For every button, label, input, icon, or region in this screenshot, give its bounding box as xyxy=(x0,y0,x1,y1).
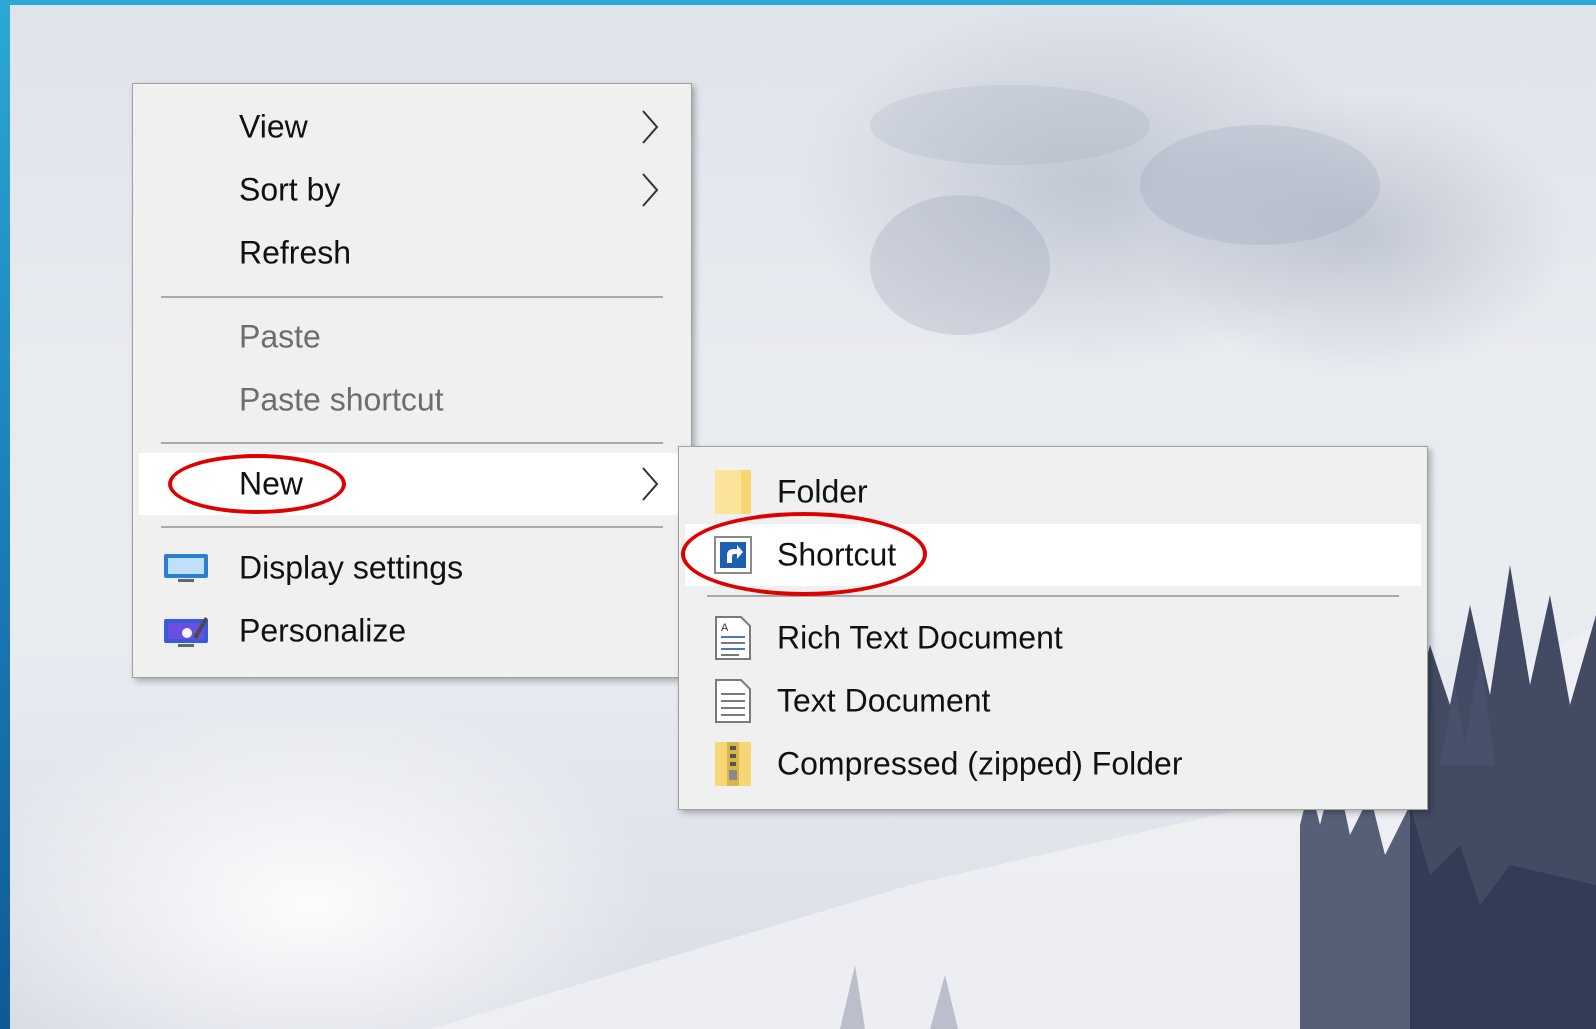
menu-item-label: Display settings xyxy=(239,549,464,586)
text-document-icon xyxy=(715,679,751,723)
menu-item-personalize[interactable]: Personalize xyxy=(139,600,685,662)
menu-item-label: Refresh xyxy=(239,234,352,271)
menu-item-label: Personalize xyxy=(239,612,407,649)
chevron-right-icon xyxy=(642,173,659,207)
menu-item-sort-by[interactable]: Sort by xyxy=(139,159,685,221)
menu-item-display-settings[interactable]: Display settings xyxy=(139,537,685,599)
menu-item-paste: Paste xyxy=(139,306,685,368)
desktop-context-menu: View Sort by Refresh Paste Paste shortcu… xyxy=(132,83,692,678)
new-submenu: Folder Shortcut A Rich Text Document Tex… xyxy=(678,446,1428,810)
folder-icon xyxy=(715,470,751,514)
zipped-folder-icon xyxy=(715,742,751,786)
submenu-item-label: Compressed (zipped) Folder xyxy=(777,745,1183,782)
chevron-right-icon xyxy=(642,467,659,501)
menu-item-label: Paste xyxy=(239,318,321,355)
chevron-right-icon xyxy=(642,110,659,144)
menu-item-label: Paste shortcut xyxy=(239,381,444,418)
menu-separator xyxy=(161,526,663,528)
menu-separator xyxy=(161,442,663,444)
display-settings-icon xyxy=(164,554,208,582)
desktop-wallpaper[interactable]: View Sort by Refresh Paste Paste shortcu… xyxy=(10,5,1596,1029)
menu-item-label: Sort by xyxy=(239,171,341,208)
submenu-item-label: Folder xyxy=(777,473,868,510)
menu-item-paste-shortcut: Paste shortcut xyxy=(139,369,685,431)
submenu-item-label: Rich Text Document xyxy=(777,619,1063,656)
annotation-circle-shortcut xyxy=(681,512,927,596)
submenu-item-rich-text-document[interactable]: A Rich Text Document xyxy=(685,607,1421,669)
annotation-circle-new xyxy=(168,454,346,514)
submenu-item-label: Text Document xyxy=(777,682,991,719)
menu-item-view[interactable]: View xyxy=(139,96,685,158)
svg-text:A: A xyxy=(721,622,729,634)
submenu-item-compressed-folder[interactable]: Compressed (zipped) Folder xyxy=(685,733,1421,795)
menu-separator xyxy=(161,296,663,298)
menu-item-refresh[interactable]: Refresh xyxy=(139,222,685,284)
rich-text-document-icon: A xyxy=(715,616,751,660)
personalize-icon xyxy=(164,617,208,647)
menu-item-label: View xyxy=(239,108,308,145)
submenu-item-text-document[interactable]: Text Document xyxy=(685,670,1421,732)
